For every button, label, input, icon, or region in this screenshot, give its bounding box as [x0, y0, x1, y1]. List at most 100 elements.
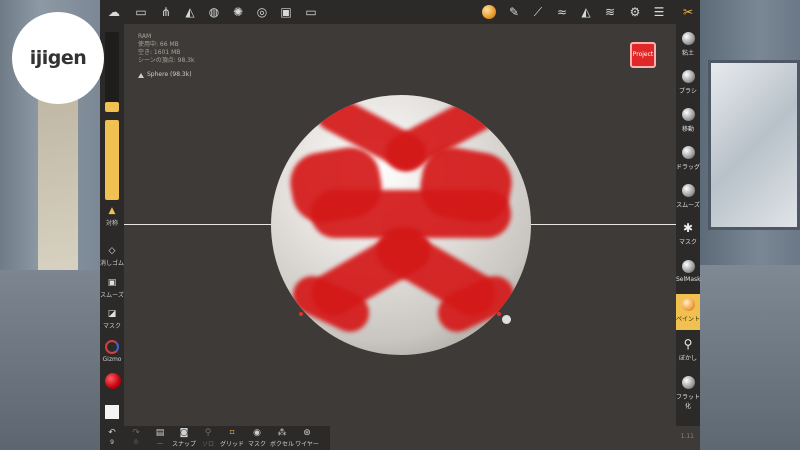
logo-text: ijigen [29, 47, 87, 69]
eraser-button[interactable]: ◇ 消しゴム [100, 246, 124, 267]
tool-label: フラット化 [676, 394, 701, 410]
grid-label: グリッド [220, 441, 245, 448]
secondary-color-swatch[interactable] [105, 405, 119, 419]
tool-label: ぼかし [678, 355, 697, 362]
symmetry-point [497, 312, 501, 316]
redo-button[interactable]: ↷ 0 [124, 428, 148, 446]
tools-icon[interactable]: ✂ [680, 4, 696, 20]
mask-icon: ◪ [107, 309, 117, 319]
grid-icon: ⌗ [229, 428, 235, 438]
shading-icon[interactable]: ◭ [182, 4, 198, 20]
tool-label: SelMask [676, 276, 701, 283]
settings-icon[interactable]: ⚙ [627, 4, 643, 20]
intensity-slider[interactable] [105, 120, 119, 200]
background-right-wall [700, 0, 800, 450]
smooth-icon: ▣ [107, 278, 117, 288]
project-button[interactable]: Project [630, 42, 656, 68]
tool-label: ペイント [676, 316, 701, 323]
blur-drop-icon: ⚲ [683, 337, 693, 351]
sun-icon[interactable]: ✺ [230, 4, 246, 20]
mask-visibility-label: マスク [247, 441, 266, 448]
tool-label: マスク [678, 239, 697, 246]
paint-color-swatch[interactable] [105, 373, 121, 389]
stroke-icon[interactable]: ≈ [554, 4, 570, 20]
tool-label: ブラシ [679, 88, 697, 95]
symmetry-button[interactable]: ▲ 対称 [100, 206, 124, 227]
tool-move[interactable]: 移動 [676, 104, 700, 140]
redo-icon: ↷ [132, 428, 140, 438]
sculpt-sphere[interactable] [271, 95, 531, 355]
tool-label: スムーズ [676, 202, 700, 209]
voxel-label: ボクセル [270, 441, 295, 448]
scene-vertices: シーンの頂点: 98.3k [138, 57, 195, 64]
clay-sphere-icon [681, 32, 695, 45]
tool-blur[interactable]: ⚲ ぼかし [676, 334, 700, 370]
tool-drag[interactable]: ドラッグ [676, 142, 700, 178]
undo-button[interactable]: ↶ 9 [100, 428, 124, 446]
bottom-toolbar: ↶ 9 ↷ 0 ▤ … ◙ スナップ ⚲ ソロ ⌗ グリッド ◉ マスク ⁂ ボ [100, 426, 330, 450]
background-floor [0, 270, 100, 450]
mesh-entry[interactable]: Sphere (98.3k) [138, 71, 194, 79]
pipette-icon[interactable]: ⟋ [530, 4, 546, 20]
scene-tree-icon[interactable]: ⋔ [158, 4, 174, 20]
globe-icon[interactable]: ◍ [206, 4, 222, 20]
smooth-button[interactable]: ▣ スムーズ [100, 278, 124, 299]
save-button[interactable]: ▤ … [148, 428, 172, 446]
snapshot-label: スナップ [172, 441, 197, 448]
solo-icon: ⚲ [204, 428, 212, 438]
wireframe-icon: ⊛ [303, 428, 311, 438]
smooth-label: スムーズ [100, 292, 124, 299]
used-memory: 使用中: 66 MB [138, 41, 179, 48]
tool-label: 移動 [681, 126, 694, 133]
solo-label: ソロ [201, 441, 214, 448]
symmetry-point [299, 312, 303, 316]
version-number: 1.11 [680, 433, 694, 440]
snapshot-icon: ◙ [179, 428, 189, 438]
image-icon[interactable]: ▣ [278, 4, 294, 20]
wireframe-button[interactable]: ⊛ ワイヤー [295, 428, 319, 448]
voxel-button[interactable]: ⁂ ボクセル [270, 428, 294, 448]
mesh-name: Sphere (98.3k) [147, 71, 192, 78]
intensity-slider-fill [105, 120, 119, 200]
tool-clay[interactable]: 粘土 [676, 28, 700, 64]
symmetry-icon: ▲ [108, 206, 116, 216]
brush-sphere-icon [681, 70, 695, 83]
redo-label: 0 [134, 439, 138, 446]
undo-label: 9 [110, 439, 114, 446]
drag-sphere-icon [681, 146, 695, 159]
layers-icon[interactable]: ≋ [602, 4, 618, 20]
solo-button[interactable]: ⚲ ソロ [196, 428, 220, 448]
mask-button[interactable]: ◪ マスク [100, 309, 124, 330]
tool-smooth[interactable]: スムーズ [676, 180, 700, 216]
triangle-icon[interactable]: ◭ [578, 4, 594, 20]
cursor-dot [502, 315, 511, 324]
scene-info: RAM 使用中: 66 MB 空き: 1601 MB シーンの頂点: 98.3k… [138, 33, 194, 79]
tool-label: 粘土 [681, 50, 694, 57]
move-sphere-icon [681, 108, 695, 121]
tool-selmask[interactable]: SelMask [676, 256, 701, 292]
snapshot-button[interactable]: ◙ スナップ [172, 428, 196, 448]
material-icon[interactable]: ◎ [254, 4, 270, 20]
gizmo-icon [105, 340, 119, 354]
eraser-icon: ◇ [108, 246, 116, 256]
menu-lines-icon[interactable]: ☰ [651, 4, 667, 20]
undo-icon: ↶ [108, 428, 116, 438]
paint-sphere-icon [681, 298, 695, 311]
tool-flatten[interactable]: フラット化 [676, 372, 701, 410]
mask-visibility-button[interactable]: ◉ マスク [245, 428, 269, 448]
tool-brush[interactable]: ブラシ [676, 66, 700, 102]
grid-button[interactable]: ⌗ グリッド [220, 428, 244, 448]
video-icon[interactable]: ▭ [303, 4, 319, 20]
save-icon: ▤ [155, 428, 165, 438]
menu-icon[interactable]: ☁ [106, 4, 122, 20]
pen-icon[interactable]: ✎ [506, 4, 522, 20]
folder-icon[interactable]: ▭ [133, 4, 149, 20]
radius-slider[interactable] [105, 32, 119, 112]
gizmo-button[interactable]: Gizmo [100, 340, 124, 363]
tool-mask[interactable]: ✱ マスク [676, 218, 700, 254]
sculpt-app: ☁ ▭ ⋔ ◭ ◍ ✺ ◎ ▣ ▭ ✎ ⟋ ≈ ◭ ≋ ⚙ ☰ ✂ RAM 使用… [100, 0, 701, 450]
background-window [708, 60, 800, 230]
ram-label: RAM [138, 33, 152, 40]
brush-ball-icon[interactable] [482, 5, 496, 19]
tool-paint[interactable]: ペイント [676, 294, 700, 330]
